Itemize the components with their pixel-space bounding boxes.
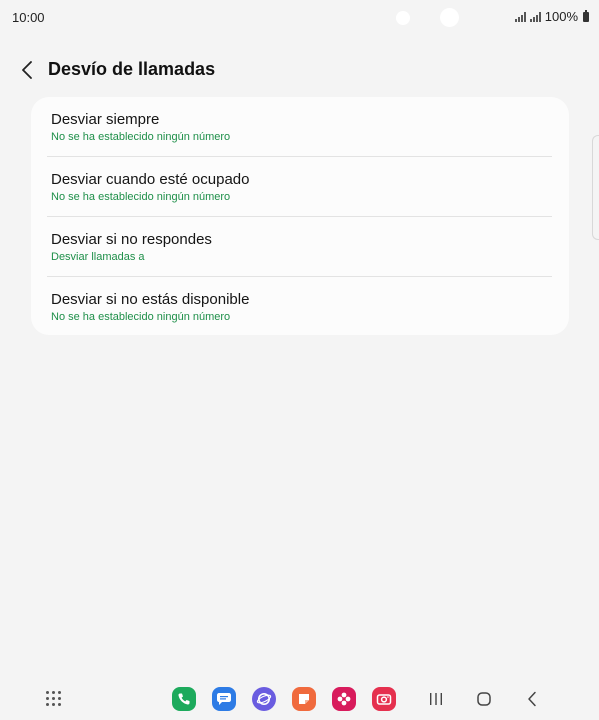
list-item-subtitle: Desviar llamadas a [51, 251, 145, 263]
signal-icon [514, 11, 526, 22]
signal-icon-2 [529, 11, 541, 22]
back-nav-glyph [528, 691, 536, 707]
messages-glyph [217, 693, 231, 705]
recents-glyph [430, 693, 442, 705]
status-indicators: 100% [514, 9, 589, 24]
battery-percentage: 100% [544, 9, 578, 24]
list-item-subtitle: No se ha establecido ningún número [51, 191, 231, 203]
list-item-subtitle: No se ha establecido ningún número [51, 131, 231, 143]
list-item-forward-unreachable[interactable]: Desviar si no estás disponible No se ha … [31, 277, 569, 337]
camera-cutout [440, 8, 459, 27]
app-header: Desvío de llamadas [0, 52, 599, 88]
taskbar [0, 680, 599, 718]
recents-icon[interactable] [424, 687, 448, 711]
chevron-left-icon [22, 61, 32, 79]
gallery-glyph [337, 692, 351, 706]
list-item-title: Desviar cuando esté ocupado [51, 171, 250, 188]
back-button[interactable] [14, 56, 40, 84]
home-icon[interactable] [472, 687, 496, 711]
battery-icon [583, 9, 589, 22]
phone-glyph [178, 693, 190, 705]
gallery-icon[interactable] [332, 687, 356, 711]
notes-glyph [299, 694, 309, 704]
status-time: 10:00 [12, 10, 45, 25]
page-title: Desvío de llamadas [48, 59, 216, 79]
camera-icon[interactable] [372, 687, 396, 711]
list-item-subtitle: No se ha establecido ningún número [51, 311, 231, 323]
notes-icon[interactable] [292, 687, 316, 711]
apps-grid-icon[interactable] [46, 691, 62, 707]
internet-glyph [256, 693, 272, 705]
back-nav-icon[interactable] [520, 687, 544, 711]
phone-icon[interactable] [172, 687, 196, 711]
call-forwarding-list: Desviar siempre No se ha establecido nin… [31, 97, 569, 335]
list-item-title: Desviar siempre [51, 111, 160, 128]
list-item-title: Desviar si no respondes [51, 231, 212, 248]
home-glyph [477, 692, 491, 706]
list-item-title: Desviar si no estás disponible [51, 291, 250, 308]
camera-glyph [376, 694, 392, 705]
list-item-forward-when-busy[interactable]: Desviar cuando esté ocupado No se ha est… [31, 157, 569, 217]
messages-icon[interactable] [212, 687, 236, 711]
list-item-forward-no-answer[interactable]: Desviar si no respondes Desviar llamadas… [31, 217, 569, 277]
edge-panel-handle[interactable] [592, 135, 599, 240]
internet-icon[interactable] [252, 687, 276, 711]
list-item-always-forward[interactable]: Desviar siempre No se ha establecido nin… [31, 97, 569, 157]
camera-cutout-small [396, 11, 410, 25]
status-bar: 10:00 100% [0, 0, 599, 34]
